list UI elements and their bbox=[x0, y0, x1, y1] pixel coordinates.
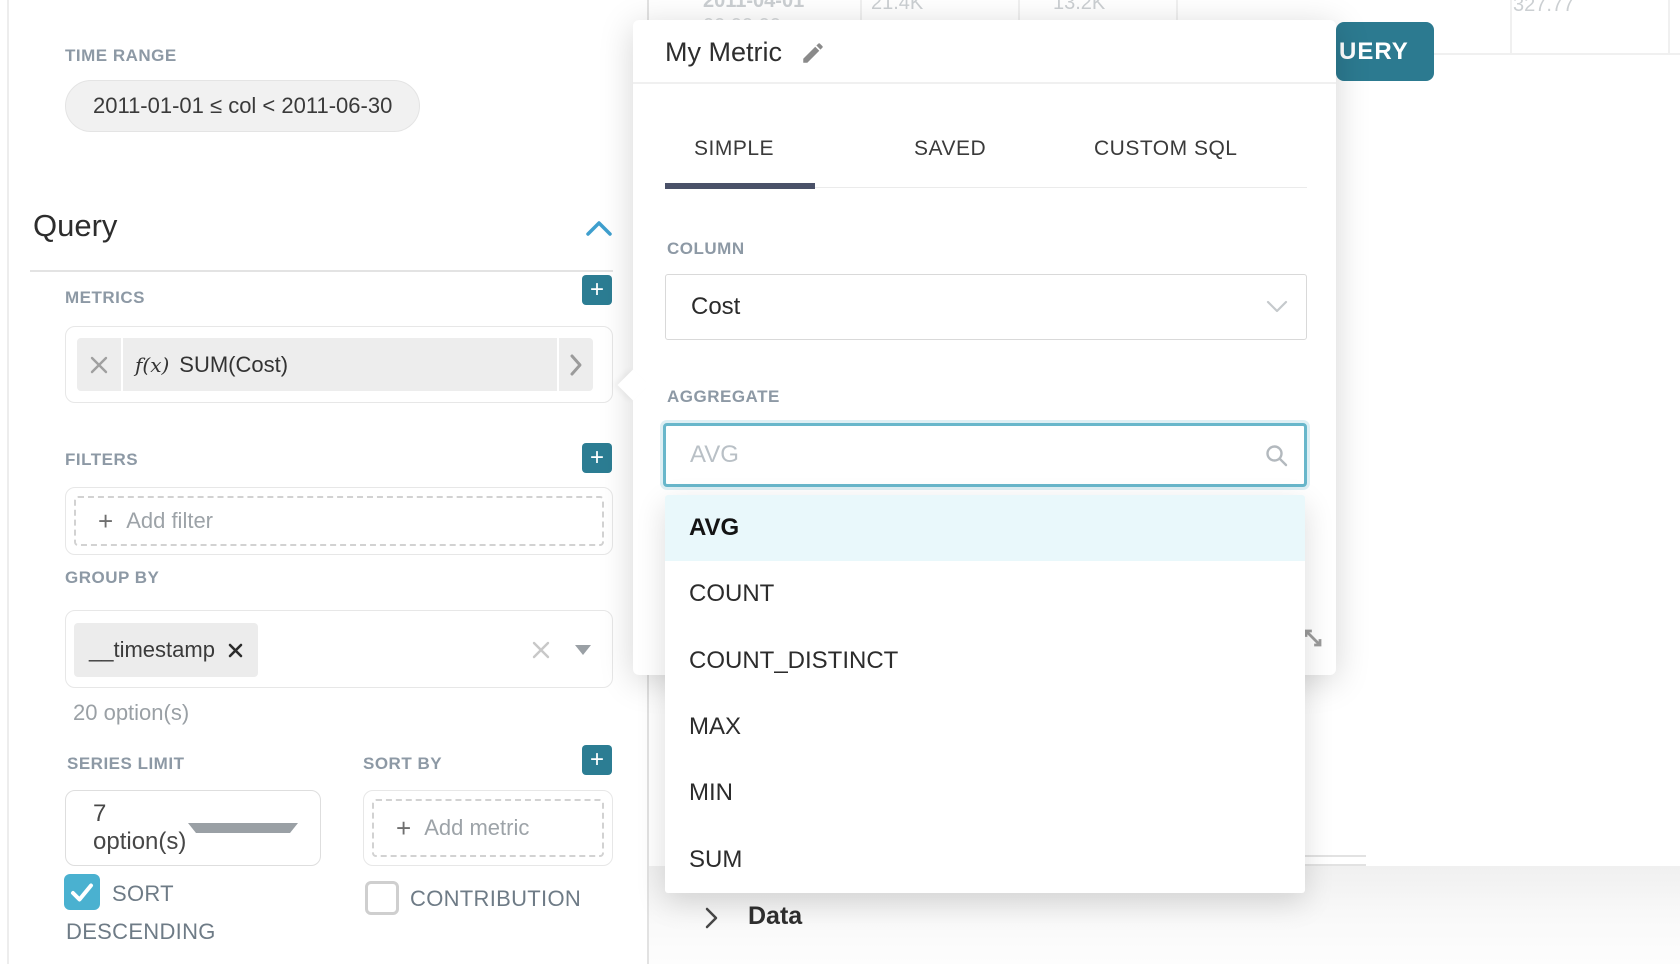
add-metric-button[interactable]: + bbox=[582, 275, 612, 305]
metrics-label: METRICS bbox=[65, 288, 145, 308]
contribution-checkbox[interactable] bbox=[365, 881, 399, 915]
plus-icon: + bbox=[590, 748, 604, 772]
plus-icon: + bbox=[98, 508, 113, 534]
series-limit-value: 7 option(s) bbox=[93, 800, 188, 856]
divider bbox=[633, 82, 1336, 84]
divider bbox=[557, 338, 559, 391]
time-range-value: 2011-01-01 ≤ col < 2011-06-30 bbox=[93, 93, 392, 119]
series-limit-label: SERIES LIMIT bbox=[67, 754, 184, 774]
explore-view: 2011-04-01 00:00:00 21.4K 13.2K 327.77 U… bbox=[0, 0, 1680, 964]
search-icon bbox=[1265, 444, 1288, 467]
popover-arrow bbox=[617, 369, 648, 400]
function-icon: f(x) bbox=[135, 353, 169, 377]
group-by-tag-value: __timestamp bbox=[89, 637, 215, 663]
window-edge-line bbox=[7, 0, 9, 964]
metric-name: SUM(Cost) bbox=[179, 352, 288, 378]
chevron-up-icon[interactable] bbox=[586, 220, 612, 237]
add-filter-dropzone[interactable]: + Add filter bbox=[74, 496, 604, 546]
data-panel-title: Data bbox=[748, 902, 802, 931]
tab-saved[interactable]: SAVED bbox=[914, 137, 986, 161]
plus-icon: + bbox=[590, 278, 604, 302]
table-cell-value: 13.2K bbox=[1053, 0, 1105, 15]
option-sum[interactable]: SUM bbox=[665, 827, 1305, 893]
time-range-pill[interactable]: 2011-01-01 ≤ col < 2011-06-30 bbox=[65, 80, 420, 132]
table-cell-date: 2011-04-01 bbox=[703, 0, 804, 13]
time-range-label: TIME RANGE bbox=[65, 46, 177, 66]
add-sort-metric-dropzone[interactable]: + Add metric bbox=[372, 799, 604, 857]
filters-control: + Add filter bbox=[65, 487, 613, 555]
chevron-right-icon[interactable] bbox=[569, 353, 583, 377]
add-filter-placeholder: Add filter bbox=[126, 508, 213, 534]
option-max[interactable]: MAX bbox=[665, 694, 1305, 760]
sort-descending-label-line2: DESCENDING bbox=[66, 919, 216, 945]
caret-down-icon bbox=[188, 823, 299, 833]
remove-metric-icon[interactable] bbox=[90, 356, 108, 374]
column-label: COLUMN bbox=[667, 239, 745, 259]
caret-down-icon[interactable] bbox=[575, 645, 591, 655]
aggregate-placeholder: AVG bbox=[690, 441, 1265, 469]
query-section-title: Query bbox=[33, 208, 117, 244]
option-count-distinct[interactable]: COUNT_DISTINCT bbox=[665, 628, 1305, 694]
sort-descending-checkbox[interactable] bbox=[64, 874, 100, 910]
divider bbox=[121, 338, 123, 391]
edit-pencil-icon[interactable] bbox=[800, 40, 826, 66]
group-by-options-hint: 20 option(s) bbox=[73, 700, 189, 726]
option-min[interactable]: MIN bbox=[665, 760, 1305, 826]
metric-pill[interactable]: f(x) SUM(Cost) bbox=[77, 338, 593, 391]
run-query-label: UERY bbox=[1339, 38, 1409, 66]
tab-simple[interactable]: SIMPLE bbox=[694, 137, 774, 161]
tab-custom-sql[interactable]: CUSTOM SQL bbox=[1094, 137, 1237, 161]
option-avg[interactable]: AVG bbox=[665, 495, 1305, 561]
table-gridline bbox=[1668, 0, 1670, 53]
run-query-button[interactable]: UERY bbox=[1336, 22, 1434, 81]
aggregate-options-dropdown: AVG COUNT COUNT_DISTINCT MAX MIN SUM bbox=[665, 495, 1305, 893]
check-icon bbox=[64, 874, 100, 910]
group-by-tag[interactable]: __timestamp bbox=[74, 623, 258, 677]
popover-title: My Metric bbox=[665, 37, 782, 68]
column-value: Cost bbox=[691, 293, 1266, 321]
table-cell-value: 21.4K bbox=[871, 0, 923, 15]
metrics-control[interactable]: f(x) SUM(Cost) bbox=[65, 326, 613, 403]
clear-icon[interactable] bbox=[532, 641, 550, 659]
sort-by-label: SORT BY bbox=[363, 754, 442, 774]
table-cell-value: 327.77 bbox=[1513, 0, 1574, 17]
aggregate-input[interactable]: AVG bbox=[663, 423, 1307, 487]
series-limit-select[interactable]: 7 option(s) bbox=[65, 790, 321, 866]
sort-descending-label-line1: SORT bbox=[112, 881, 174, 907]
chevron-right-icon[interactable] bbox=[704, 907, 720, 929]
column-select[interactable]: Cost bbox=[665, 274, 1307, 340]
filters-label: FILTERS bbox=[65, 450, 138, 470]
remove-tag-icon[interactable] bbox=[228, 643, 243, 658]
contribution-label: CONTRIBUTION bbox=[410, 886, 581, 912]
sort-by-control: + Add metric bbox=[363, 790, 613, 866]
add-sort-metric-button[interactable]: + bbox=[582, 745, 612, 775]
active-tab-indicator bbox=[665, 183, 815, 189]
add-filter-button[interactable]: + bbox=[582, 443, 612, 473]
plus-icon: + bbox=[396, 815, 411, 841]
divider bbox=[30, 270, 613, 272]
group-by-select[interactable]: __timestamp bbox=[65, 610, 613, 688]
add-metric-placeholder: Add metric bbox=[424, 815, 529, 841]
group-by-label: GROUP BY bbox=[65, 568, 159, 588]
option-count[interactable]: COUNT bbox=[665, 561, 1305, 627]
plus-icon: + bbox=[590, 446, 604, 470]
table-gridline bbox=[1510, 0, 1512, 53]
aggregate-label: AGGREGATE bbox=[667, 387, 780, 407]
chevron-down-icon bbox=[1266, 300, 1288, 314]
